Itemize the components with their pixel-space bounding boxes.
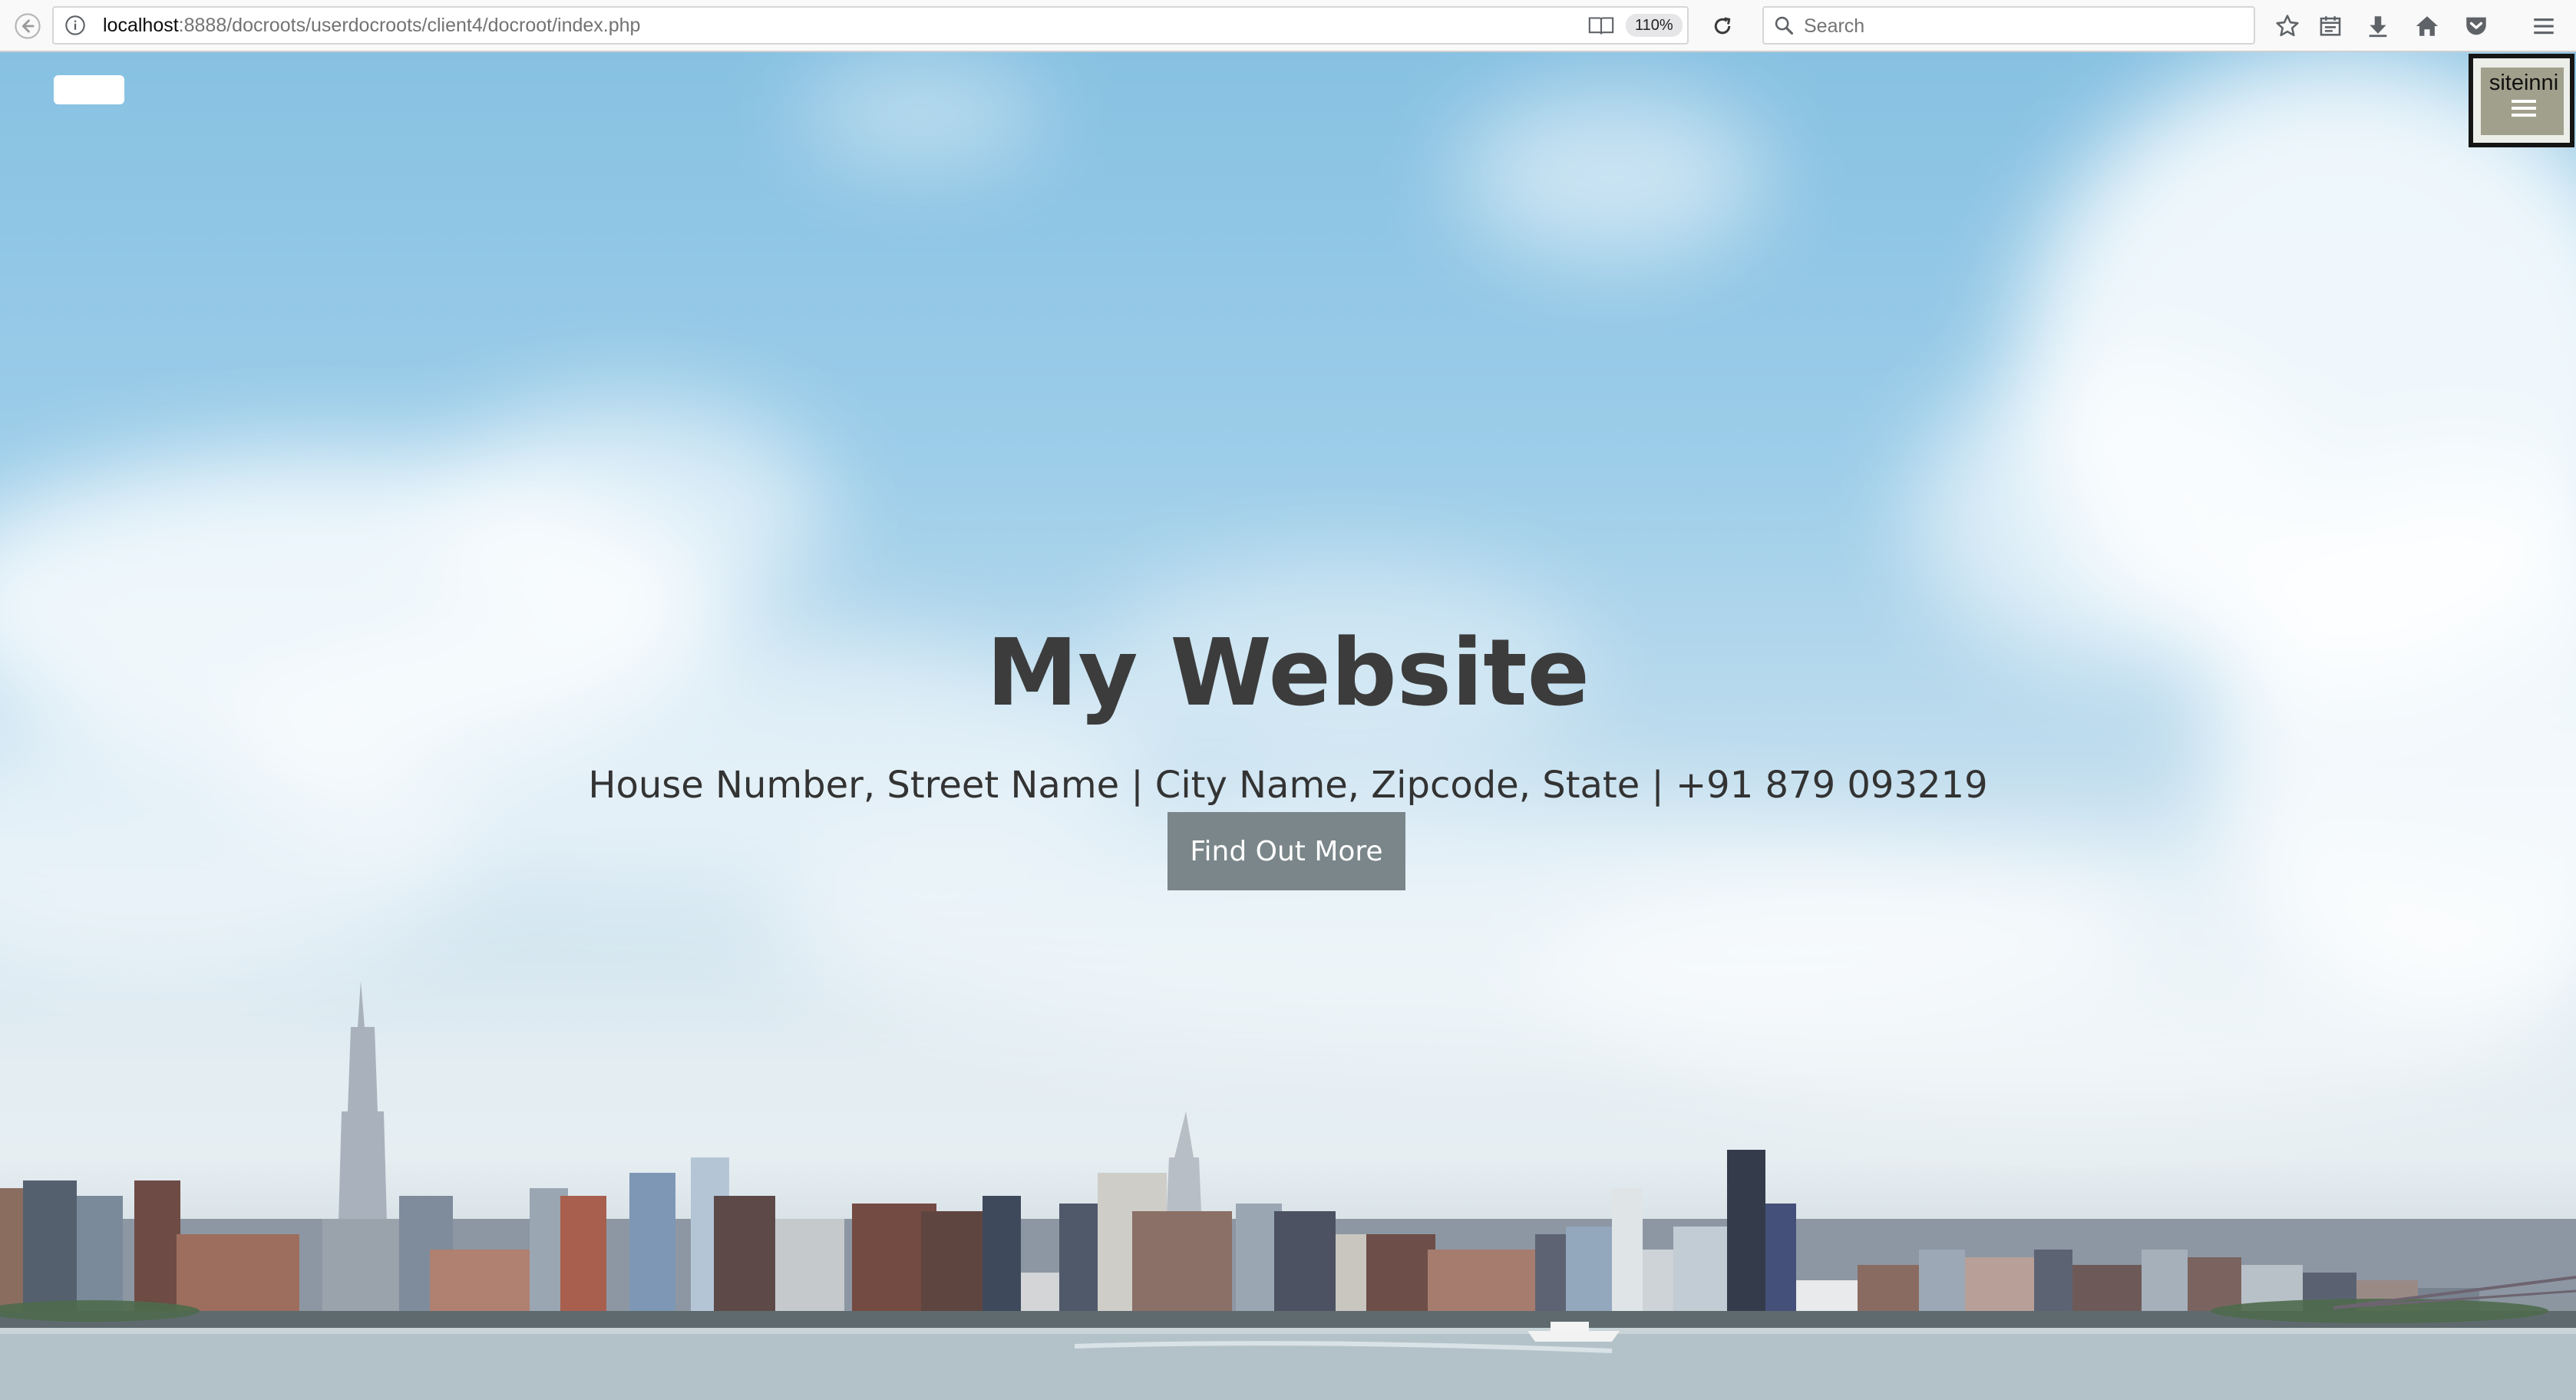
home-icon[interactable] (2409, 8, 2446, 45)
url-bar[interactable]: localhost:8888/docroots/userdocroots/cli… (52, 6, 1689, 45)
url-path: :8888/docroots/userdocroots/client4/docr… (178, 15, 641, 36)
navbar-brand-button[interactable] (54, 75, 124, 104)
page-viewport: siteinni My Website House Number, Street… (0, 52, 2576, 1400)
download-icon[interactable] (2360, 8, 2396, 45)
url-text[interactable]: localhost:8888/docroots/userdocroots/cli… (103, 8, 640, 43)
menu-toggle-button[interactable]: siteinni (2469, 54, 2574, 147)
zoom-level-badge[interactable]: 110% (1626, 14, 1683, 37)
library-icon[interactable] (2312, 8, 2349, 45)
browser-toolbar: localhost:8888/docroots/userdocroots/cli… (0, 0, 2576, 52)
info-icon[interactable] (64, 15, 86, 36)
search-icon (1775, 16, 1794, 35)
hero-address-line: House Number, Street Name | City Name, Z… (588, 764, 1988, 807)
reload-icon[interactable] (1702, 6, 1742, 46)
hamburger-menu-icon (2512, 100, 2536, 117)
menu-toggle-label: siteinni (2488, 71, 2559, 95)
search-bar[interactable] (1762, 6, 2255, 45)
hamburger-icon[interactable] (2525, 8, 2562, 45)
pocket-icon[interactable] (2458, 8, 2495, 45)
url-host: localhost (103, 15, 179, 36)
hero-title: My Website (986, 620, 1590, 727)
star-icon[interactable] (2269, 8, 2306, 45)
back-arrow-icon[interactable] (8, 6, 48, 46)
reader-view-icon[interactable] (1587, 15, 1615, 37)
search-input[interactable] (1802, 11, 2243, 41)
find-out-more-button[interactable]: Find Out More (1167, 812, 1405, 890)
